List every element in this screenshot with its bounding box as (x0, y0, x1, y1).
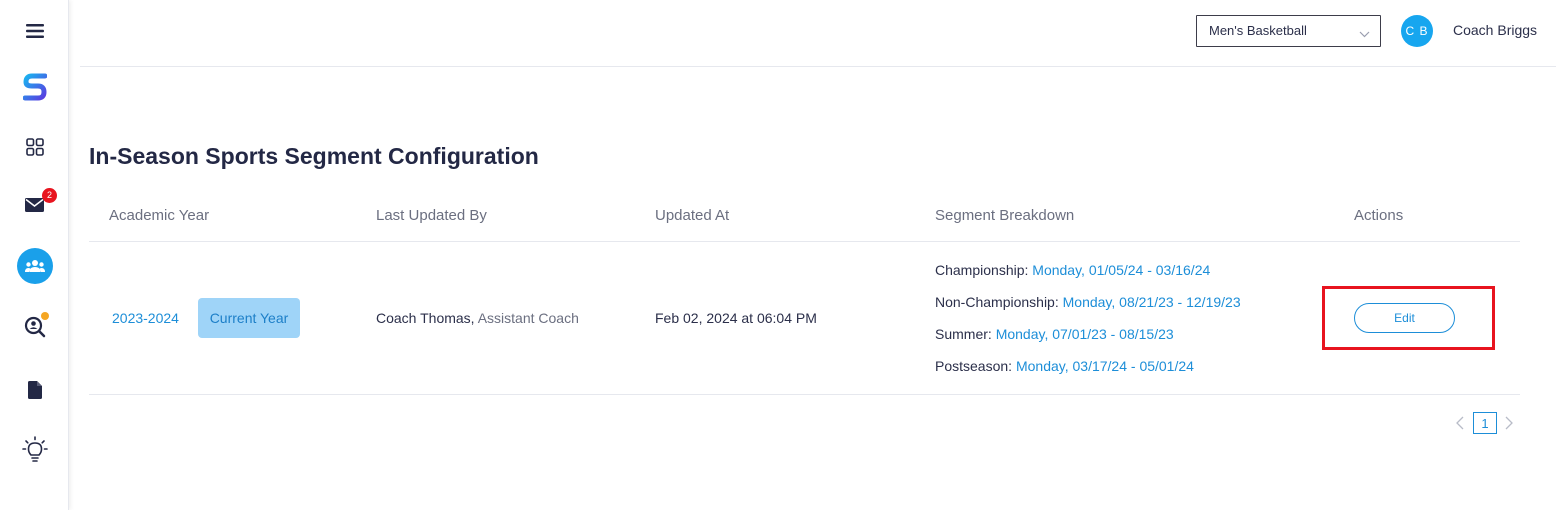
segment-label: Postseason: (935, 358, 1013, 374)
column-header-last-updated-by: Last Updated By (376, 207, 487, 224)
segment-dates[interactable]: Monday, 07/01/23 - 08/15/23 (996, 326, 1174, 342)
header-divider (89, 241, 1520, 242)
updated-by-role: Assistant Coach (477, 310, 579, 326)
page-title: In-Season Sports Segment Configuration (89, 143, 539, 169)
team-select-value: Men's Basketball (1209, 23, 1307, 38)
pagination-page-1[interactable]: 1 (1473, 412, 1497, 434)
segment-non-championship: Non-Championship: Monday, 08/21/23 - 12/… (935, 294, 1241, 310)
segment-dates[interactable]: Monday, 03/17/24 - 05/01/24 (1016, 358, 1194, 374)
search-user-icon[interactable] (0, 312, 69, 338)
chevron-down-icon (1359, 26, 1370, 41)
segment-postseason: Postseason: Monday, 03/17/24 - 05/01/24 (935, 358, 1194, 374)
mail-badge: 2 (42, 188, 57, 203)
document-icon[interactable] (0, 381, 69, 399)
segment-summer: Summer: Monday, 07/01/23 - 08/15/23 (935, 326, 1174, 342)
team-select[interactable]: Men's Basketball (1196, 15, 1381, 47)
team-nav-item[interactable] (0, 248, 69, 284)
column-header-academic-year: Academic Year (109, 207, 210, 224)
chevron-right-icon[interactable] (1504, 416, 1514, 435)
lightbulb-icon[interactable] (0, 436, 69, 462)
logo-icon[interactable] (0, 72, 69, 102)
segment-dates[interactable]: Monday, 08/21/23 - 12/19/23 (1063, 294, 1241, 310)
column-header-updated-at: Updated At (655, 207, 730, 224)
sidebar: 2 (0, 0, 69, 510)
dashboard-icon[interactable] (0, 137, 69, 157)
academic-year-link[interactable]: 2023-2024 (112, 310, 179, 326)
menu-icon[interactable] (0, 20, 69, 42)
column-header-segment-breakdown: Segment Breakdown (935, 207, 1075, 224)
user-name[interactable]: Coach Briggs (1453, 22, 1537, 38)
segment-label: Non-Championship: (935, 294, 1059, 310)
segment-championship: Championship: Monday, 01/05/24 - 03/16/2… (935, 262, 1210, 278)
current-year-badge: Current Year (198, 298, 300, 338)
updated-by-name: Coach Thomas, (376, 310, 475, 326)
updated-at: Feb 02, 2024 at 06:04 PM (655, 310, 817, 326)
last-updated-by: Coach Thomas, Assistant Coach (376, 310, 579, 326)
row-divider (89, 394, 1520, 395)
edit-button[interactable]: Edit (1354, 303, 1455, 333)
team-icon (16, 248, 53, 284)
column-header-actions: Actions (1354, 207, 1404, 224)
segment-dates[interactable]: Monday, 01/05/24 - 03/16/24 (1032, 262, 1210, 278)
segment-label: Championship: (935, 262, 1029, 278)
notification-dot (41, 312, 49, 320)
chevron-left-icon[interactable] (1455, 416, 1465, 435)
segment-label: Summer: (935, 326, 992, 342)
mail-icon[interactable]: 2 (0, 188, 69, 214)
avatar[interactable]: C B (1401, 15, 1433, 47)
